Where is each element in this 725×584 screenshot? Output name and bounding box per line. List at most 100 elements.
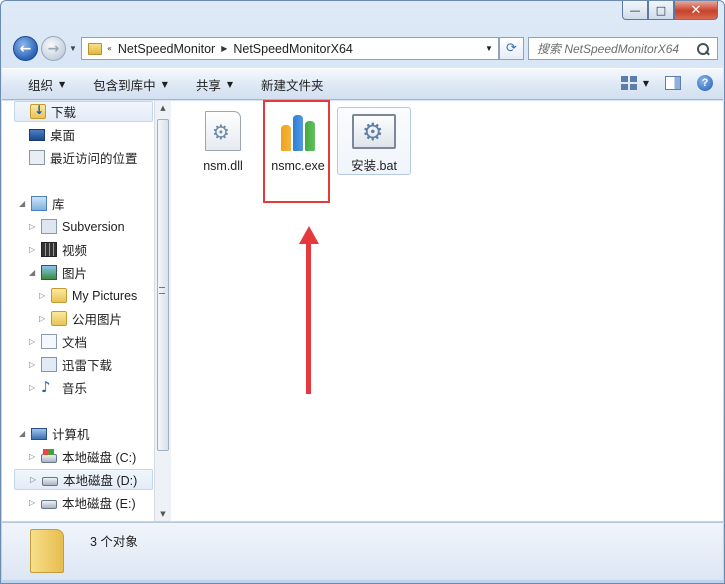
include-in-library-label: 包含到库中 (93, 78, 156, 93)
expand-arrow-icon[interactable]: ▷ (39, 291, 49, 300)
sidebar-item-drive-d[interactable]: ▷ 本地磁盘 (D:) (14, 469, 153, 490)
file-item-nsmc-exe[interactable]: nsmc.exe (261, 107, 335, 175)
sidebar-item-drive-c[interactable]: ▷ 本地磁盘 (C:) (29, 446, 136, 467)
expand-arrow-icon[interactable]: ▷ (29, 222, 39, 231)
expand-arrow-icon[interactable]: ▷ (29, 360, 39, 369)
sidebar-item-public-pictures[interactable]: ▷ 公用图片 (39, 308, 122, 329)
desktop-icon (29, 128, 45, 141)
organize-menu[interactable]: 组织 ▼ (2, 75, 75, 94)
include-in-library-menu[interactable]: 包含到库中 ▼ (75, 75, 178, 94)
dropdown-arrow-icon: ▼ (642, 78, 649, 88)
change-view-button[interactable]: ▼ (620, 76, 649, 90)
sidebar-item-label: 文档 (62, 336, 88, 350)
close-button[interactable]: ✕ (674, 1, 718, 20)
recent-places-icon (29, 150, 45, 165)
pictures-library-icon (41, 265, 57, 280)
library-icon (31, 196, 47, 211)
folder-icon (51, 288, 67, 303)
dropdown-arrow-icon: ▼ (161, 79, 168, 89)
sidebar-item-desktop[interactable]: 桌面 (29, 124, 75, 145)
file-name: nsm.dll (203, 159, 243, 173)
back-button[interactable]: ← (13, 36, 38, 61)
search-icon[interactable] (697, 42, 709, 55)
scroll-up-arrow-icon[interactable]: ▲ (158, 104, 168, 112)
expand-arrow-icon[interactable]: ▷ (29, 337, 39, 346)
dropdown-arrow-icon: ▼ (226, 79, 234, 89)
sidebar-item-label: 最近访问的位置 (50, 152, 138, 166)
sidebar-item-label: 本地磁盘 (C:) (62, 451, 137, 465)
file-name: 安装.bat (351, 159, 397, 173)
explorer-window: — □ ✕ ← → ▼ « NetSpeedMonitor ▶ NetSpeed… (0, 0, 725, 584)
computer-icon (31, 427, 47, 440)
address-dropdown-icon[interactable]: ▼ (480, 38, 498, 59)
drive-icon (41, 499, 57, 509)
sidebar-item-my-pictures[interactable]: ▷ My Pictures (39, 285, 137, 306)
sidebar-item-downloads[interactable]: 下载 (14, 101, 153, 122)
refresh-button[interactable]: ⟳ (499, 37, 524, 60)
expand-arrow-icon[interactable]: ▷ (29, 452, 39, 461)
sidebar-item-drive-e[interactable]: ▷ 本地磁盘 (E:) (29, 492, 136, 513)
thunder-download-icon (41, 357, 57, 372)
scrollbar-thumb[interactable] (157, 119, 169, 451)
dll-file-icon (205, 111, 241, 151)
breadcrumb-netspeedmonitor[interactable]: NetSpeedMonitor (112, 42, 221, 56)
expand-arrow-icon[interactable]: ▷ (29, 498, 39, 507)
sidebar-item-subversion[interactable]: ▷ Subversion (29, 216, 125, 237)
search-input[interactable] (537, 41, 697, 56)
preview-pane-icon[interactable] (665, 76, 681, 90)
sidebar-item-pictures[interactable]: ◢ 图片 (29, 262, 87, 283)
sidebar-item-thunder-downloads[interactable]: ▷ 迅雷下载 (29, 354, 112, 375)
sidebar-item-label: 下载 (51, 106, 77, 120)
sidebar-item-label: 音乐 (62, 382, 88, 396)
drive-icon (42, 476, 58, 486)
address-bar[interactable]: « NetSpeedMonitor ▶ NetSpeedMonitorX64 ▼ (81, 37, 499, 60)
sidebar-item-label: Subversion (62, 219, 125, 234)
minimize-button[interactable]: — (622, 1, 648, 20)
sidebar-item-music[interactable]: ▷ ♪ 音乐 (29, 377, 87, 398)
sidebar-item-documents[interactable]: ▷ 文档 (29, 331, 87, 352)
expand-arrow-icon[interactable]: ▷ (29, 383, 39, 392)
new-folder-button[interactable]: 新建文件夹 (243, 75, 334, 94)
sidebar-item-libraries[interactable]: ◢ 库 (19, 193, 65, 214)
downloads-folder-icon (30, 103, 46, 119)
file-item-install-bat[interactable]: 安装.bat (337, 107, 411, 175)
forward-button[interactable]: → (41, 36, 66, 61)
app-icon-bar-orange (281, 125, 291, 151)
navigation-pane: 下载 桌面 最近访问的位置 ◢ 库 ▷ Subversion ▷ (2, 101, 155, 521)
scroll-down-arrow-icon[interactable]: ▼ (158, 510, 168, 518)
search-box[interactable] (528, 37, 718, 60)
collapse-arrow-icon[interactable]: ◢ (19, 429, 29, 438)
collapse-arrow-icon[interactable]: ◢ (19, 199, 29, 208)
recent-pages-dropdown[interactable]: ▼ (69, 44, 77, 53)
nsmc-app-icon (280, 111, 316, 151)
sidebar-item-label: My Pictures (72, 288, 138, 303)
system-drive-icon (41, 448, 57, 463)
expand-arrow-icon[interactable]: ▷ (29, 245, 39, 254)
expand-arrow-icon[interactable]: ▷ (39, 314, 49, 323)
app-icon-bar-green (305, 121, 315, 151)
sidebar-item-label: 桌面 (50, 129, 76, 143)
collapse-arrow-icon[interactable]: ◢ (29, 268, 39, 277)
sidebar-item-label: 公用图片 (72, 313, 123, 327)
command-bar: 组织 ▼ 包含到库中 ▼ 共享 ▼ 新建文件夹 ▼ ? (2, 68, 723, 100)
file-name: nsmc.exe (271, 159, 325, 173)
maximize-button[interactable]: □ (648, 1, 674, 20)
video-library-icon (41, 242, 57, 257)
sidebar-item-label: 迅雷下载 (62, 359, 113, 373)
sidebar-item-computer[interactable]: ◢ 计算机 (19, 423, 90, 444)
expand-arrow-icon[interactable]: ▷ (30, 475, 40, 484)
sidebar-item-videos[interactable]: ▷ 视频 (29, 239, 87, 260)
file-item-nsm-dll[interactable]: nsm.dll (186, 107, 260, 175)
sidebar-item-label: 视频 (62, 244, 88, 258)
details-pane: 3 个对象 (2, 522, 723, 580)
sidebar-item-recent-places[interactable]: 最近访问的位置 (29, 147, 138, 168)
share-menu[interactable]: 共享 ▼ (178, 75, 243, 94)
app-icon-bar-blue (293, 115, 303, 151)
caption-buttons: — □ ✕ (622, 1, 718, 20)
help-icon[interactable]: ? (697, 75, 713, 91)
navigation-pane-scrollbar[interactable]: ▲ ▼ (154, 101, 171, 521)
subversion-icon (41, 219, 57, 234)
documents-library-icon (41, 334, 57, 349)
share-label: 共享 (195, 78, 221, 93)
breadcrumb-netspeedmonitorx64[interactable]: NetSpeedMonitorX64 (227, 42, 359, 56)
